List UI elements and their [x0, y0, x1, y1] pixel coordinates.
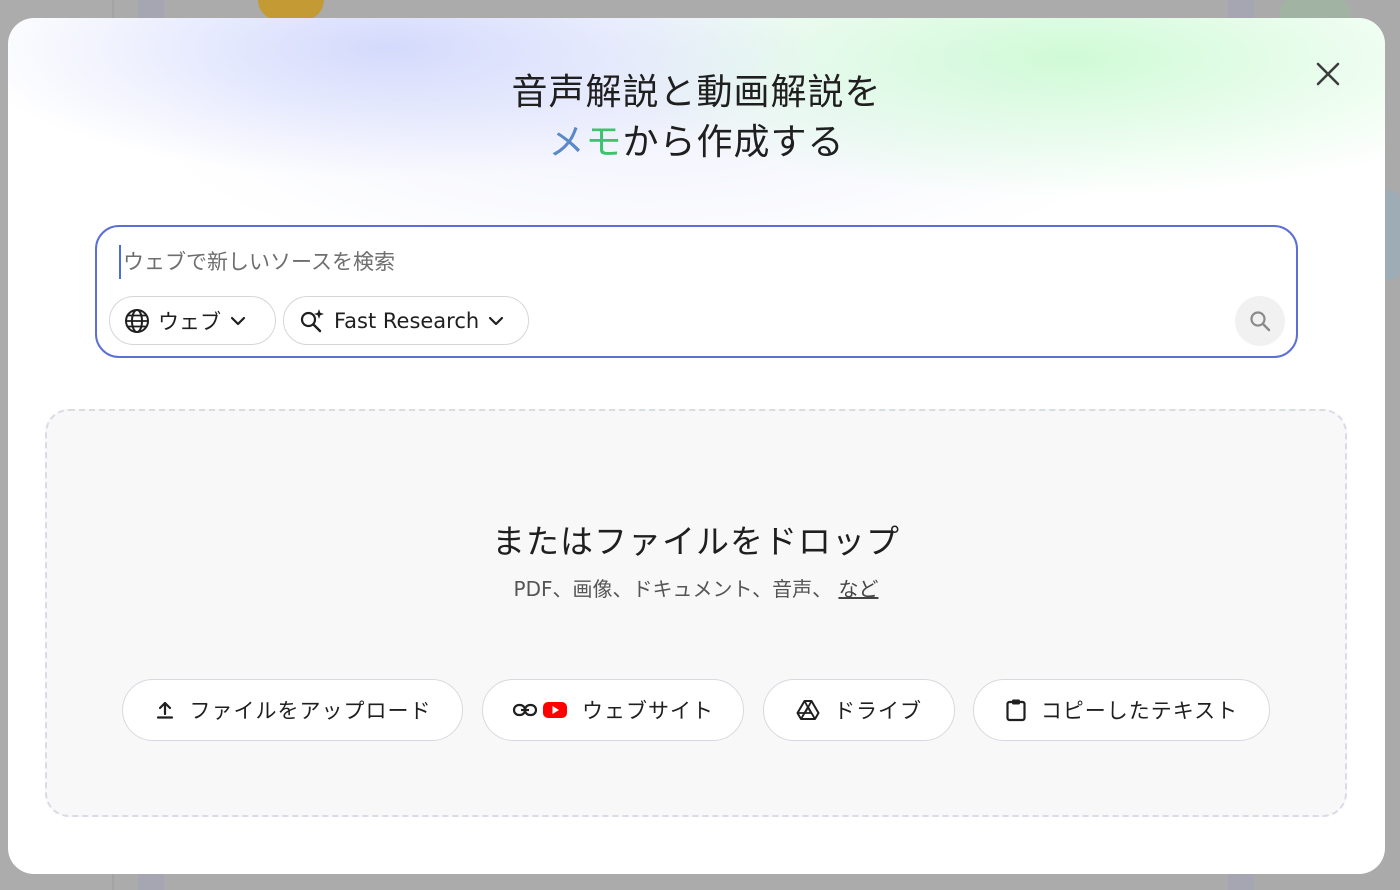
dialog-title-line1: 音声解説と動画解説を	[511, 72, 882, 113]
research-mode-dropdown[interactable]: Fast Research	[283, 296, 529, 345]
website-icons	[512, 699, 568, 721]
chevron-down-icon	[487, 312, 505, 330]
website-source-button[interactable]: ウェブサイト	[482, 679, 744, 741]
supported-types-text: PDF、画像、ドキュメント、音声、	[513, 577, 833, 601]
globe-icon	[124, 308, 150, 334]
more-types-link[interactable]: など	[838, 577, 878, 601]
dialog-title-line2: メモから作成する	[8, 118, 1385, 168]
search-input[interactable]	[119, 245, 1219, 279]
source-type-label: ウェブ	[158, 309, 221, 334]
upload-icon	[154, 699, 176, 721]
chevron-down-icon	[229, 312, 247, 330]
link-icon	[512, 699, 538, 721]
drop-zone-subtitle: PDF、画像、ドキュメント、音声、 など	[47, 573, 1345, 602]
website-label: ウェブサイト	[582, 699, 714, 723]
sparkle-search-icon	[298, 307, 326, 335]
web-search-box: ウェブ Fast Research	[95, 225, 1298, 358]
add-source-dialog: 音声解説と動画解説を メモから作成する ウェブで新しいソースを検索 ウェブ Fa…	[8, 18, 1385, 874]
youtube-icon	[542, 700, 568, 720]
title-accent-blue: メ	[548, 122, 586, 163]
title-line2-rest: から作成する	[622, 122, 845, 163]
upload-file-label: ファイルをアップロード	[189, 699, 432, 723]
clipboard-icon	[1005, 698, 1027, 722]
background-emoji	[258, 0, 324, 20]
drop-zone-title: またはファイルをドロップ	[492, 522, 900, 561]
google-drive-icon	[796, 699, 820, 721]
drive-source-button[interactable]: ドライブ	[763, 679, 955, 741]
search-submit-button[interactable]	[1235, 296, 1285, 346]
upload-file-button[interactable]: ファイルをアップロード	[122, 679, 463, 741]
source-type-dropdown[interactable]: ウェブ	[109, 296, 276, 345]
search-icon	[1248, 309, 1272, 333]
file-drop-zone[interactable]: またはファイルをドロップ PDF、画像、ドキュメント、音声、 など ファイルをア…	[45, 409, 1347, 817]
dialog-title: 音声解説と動画解説を メモから作成する	[8, 68, 1385, 168]
research-mode-label: Fast Research	[334, 308, 480, 333]
copied-text-label: コピーしたテキスト	[1040, 699, 1239, 723]
title-accent-green: モ	[585, 122, 623, 163]
copied-text-source-button[interactable]: コピーしたテキスト	[973, 679, 1270, 741]
drive-label: ドライブ	[834, 699, 922, 723]
